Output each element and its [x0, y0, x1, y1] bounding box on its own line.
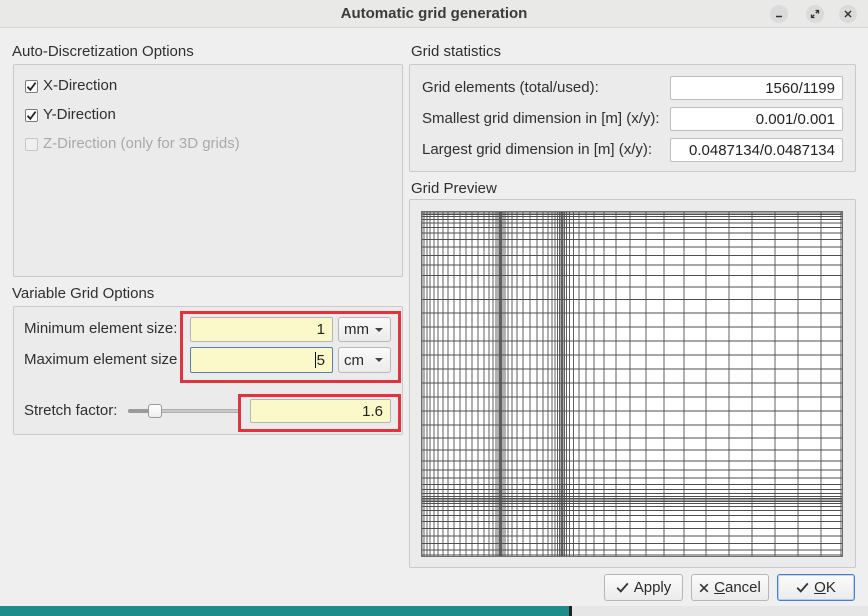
smallest-dimension-value: 0.001/0.001 — [755, 110, 835, 128]
minimize-button[interactable] — [770, 5, 788, 23]
auto-discretization-heading: Auto-Discretization Options — [12, 43, 194, 60]
close-icon — [844, 10, 852, 18]
grid-elements-label: Grid elements (total/used): — [422, 79, 599, 96]
stretch-factor-slider[interactable] — [128, 404, 240, 418]
grid-preview-canvas — [421, 211, 843, 557]
window-title: Automatic grid generation — [340, 5, 528, 22]
min-element-size-label: Minimum element size: — [24, 320, 178, 337]
desktop-background — [0, 606, 569, 616]
largest-dimension-value: 0.0487134/0.0487134 — [689, 141, 835, 159]
y-direction-checkbox[interactable] — [25, 109, 38, 122]
grid-elements-field[interactable]: 1560/1199 — [670, 76, 843, 100]
check-icon — [616, 582, 629, 593]
ok-button[interactable]: OK — [777, 574, 855, 601]
apply-button-label: Apply — [633, 579, 672, 596]
checkmark-icon — [26, 111, 37, 121]
z-direction-label[interactable]: Z-Direction (only for 3D grids) — [43, 135, 240, 153]
largest-dimension-label: Largest grid dimension in [m] (x/y): — [422, 141, 653, 158]
ok-button-label: OK — [814, 579, 836, 596]
smallest-dimension-field[interactable]: 0.001/0.001 — [670, 107, 843, 131]
minimize-icon — [776, 15, 782, 18]
cancel-button-label: Cancel — [714, 579, 761, 596]
grid-preview-drawing — [422, 212, 842, 556]
close-button[interactable] — [839, 5, 857, 23]
maximize-button[interactable] — [806, 5, 824, 23]
smallest-dimension-label: Smallest grid dimension in [m] (x/y): — [422, 110, 660, 127]
annotation-box-element-sizes — [180, 311, 401, 383]
stretch-slider-handle[interactable] — [147, 404, 162, 418]
max-element-size-label: Maximum element size — [24, 351, 178, 368]
checkmark-icon — [26, 82, 37, 92]
title-bar: Automatic grid generation — [0, 0, 868, 28]
largest-dimension-field[interactable]: 0.0487134/0.0487134 — [670, 138, 843, 162]
dialog-window: Automatic grid generation Auto-Discretiz… — [0, 0, 868, 606]
grid-elements-value: 1560/1199 — [765, 79, 835, 97]
apply-button[interactable]: Apply — [604, 574, 683, 601]
cancel-button[interactable]: Cancel — [691, 574, 769, 601]
stretch-factor-label: Stretch factor: — [24, 402, 118, 419]
grid-preview-heading: Grid Preview — [411, 180, 497, 197]
check-icon — [796, 582, 809, 593]
maximize-icon — [810, 9, 820, 19]
variable-grid-heading: Variable Grid Options — [12, 285, 155, 302]
annotation-box-stretch-factor — [238, 394, 401, 432]
x-direction-label[interactable]: X-Direction — [43, 77, 117, 95]
x-direction-checkbox[interactable] — [25, 80, 38, 93]
close-icon — [699, 583, 709, 592]
background-window — [572, 606, 868, 616]
z-direction-checkbox[interactable] — [25, 138, 38, 151]
y-direction-label[interactable]: Y-Direction — [43, 106, 116, 124]
auto-discretization-group — [13, 64, 403, 277]
grid-statistics-heading: Grid statistics — [411, 43, 502, 60]
